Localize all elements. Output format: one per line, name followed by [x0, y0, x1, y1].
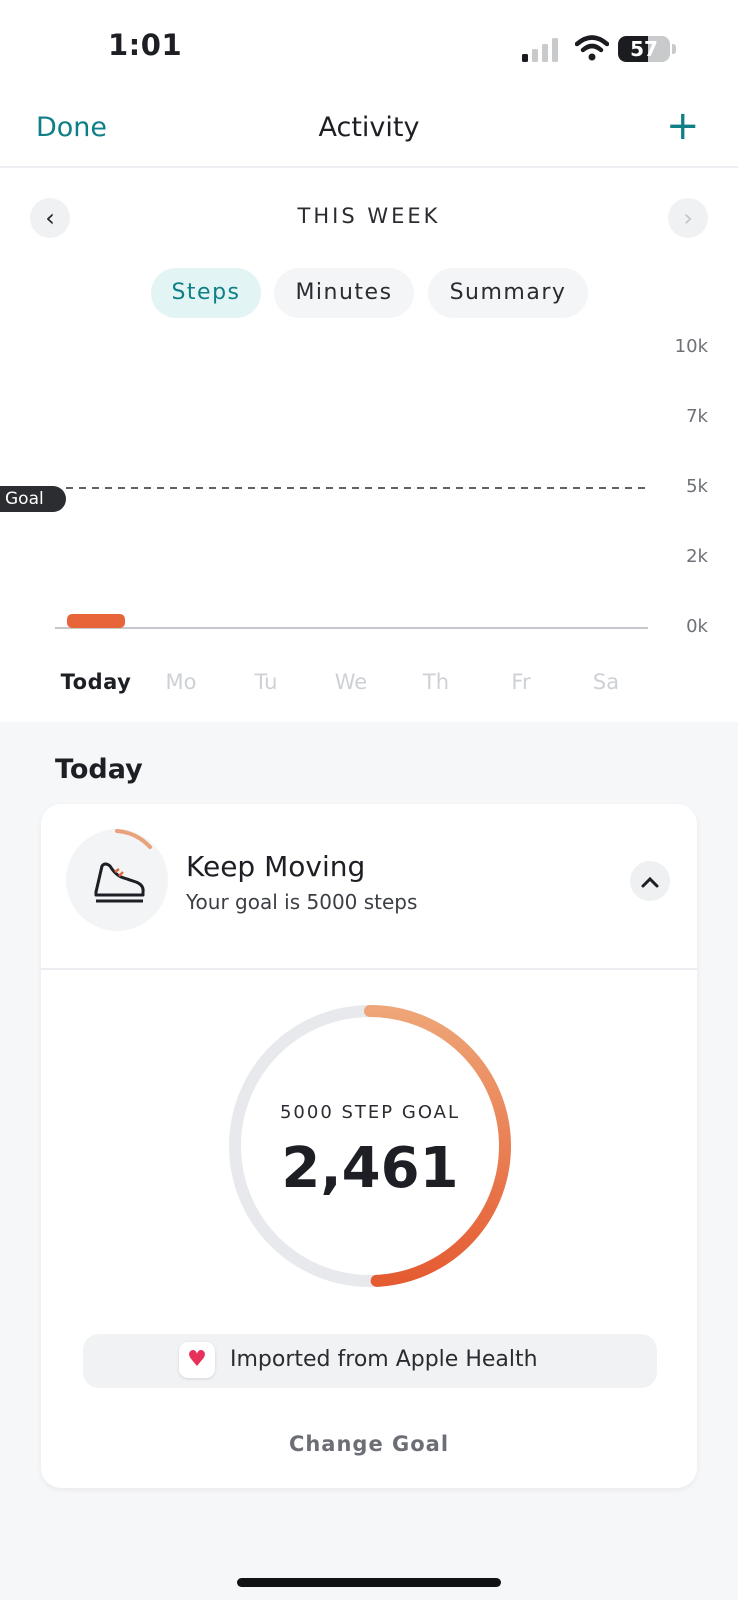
tab-summary[interactable]: Summary — [428, 268, 588, 318]
wifi-icon — [575, 35, 609, 61]
home-indicator — [237, 1578, 501, 1587]
y-tick-label: 2k — [686, 546, 708, 567]
battery-level: 57 — [630, 37, 658, 61]
tab-steps[interactable]: Steps — [151, 268, 261, 318]
bar-today — [67, 614, 125, 628]
y-tick-label: 7k — [686, 406, 708, 427]
ring-label: 5000 STEP GOAL — [279, 1102, 461, 1123]
x-axis-label-th[interactable]: Th — [396, 670, 476, 694]
steps-chart — [55, 487, 648, 629]
y-tick-label: 5k — [686, 476, 708, 497]
battery-icon: 57 — [618, 36, 670, 62]
y-tick-label: 0k — [686, 616, 708, 637]
change-goal-button[interactable]: Change Goal — [41, 1432, 697, 1456]
chevron-right-icon[interactable]: › — [668, 198, 708, 238]
cellular-signal-icon — [522, 38, 558, 62]
tab-minutes[interactable]: Minutes — [274, 268, 414, 318]
card-divider — [41, 968, 697, 970]
plus-icon[interactable]: + — [666, 106, 700, 146]
status-time: 1:01 — [108, 28, 183, 62]
heart-icon: ♥ — [179, 1342, 215, 1378]
week-label: THIS WEEK — [297, 204, 441, 228]
step-count: 2,461 — [281, 1136, 459, 1201]
today-heading: Today — [55, 754, 143, 785]
nav-divider — [0, 166, 738, 168]
x-axis-label-tu[interactable]: Tu — [226, 670, 306, 694]
battery-nub — [672, 44, 676, 54]
chevron-up-icon[interactable] — [630, 861, 670, 901]
page-title: Activity — [318, 112, 420, 143]
x-axis-label-mo[interactable]: Mo — [141, 670, 221, 694]
shoe-icon — [94, 862, 145, 903]
x-axis-label-today[interactable]: Today — [56, 670, 136, 694]
x-axis-label-we[interactable]: We — [311, 670, 391, 694]
import-source-text: Imported from Apple Health — [230, 1347, 538, 1372]
card-subtitle: Your goal is 5000 steps — [186, 890, 418, 914]
card-title: Keep Moving — [186, 850, 366, 883]
x-axis-label-fr[interactable]: Fr — [481, 670, 561, 694]
x-axis-label-sa[interactable]: Sa — [566, 670, 646, 694]
goal-label: Goal — [0, 486, 66, 512]
y-tick-label: 10k — [674, 336, 708, 357]
